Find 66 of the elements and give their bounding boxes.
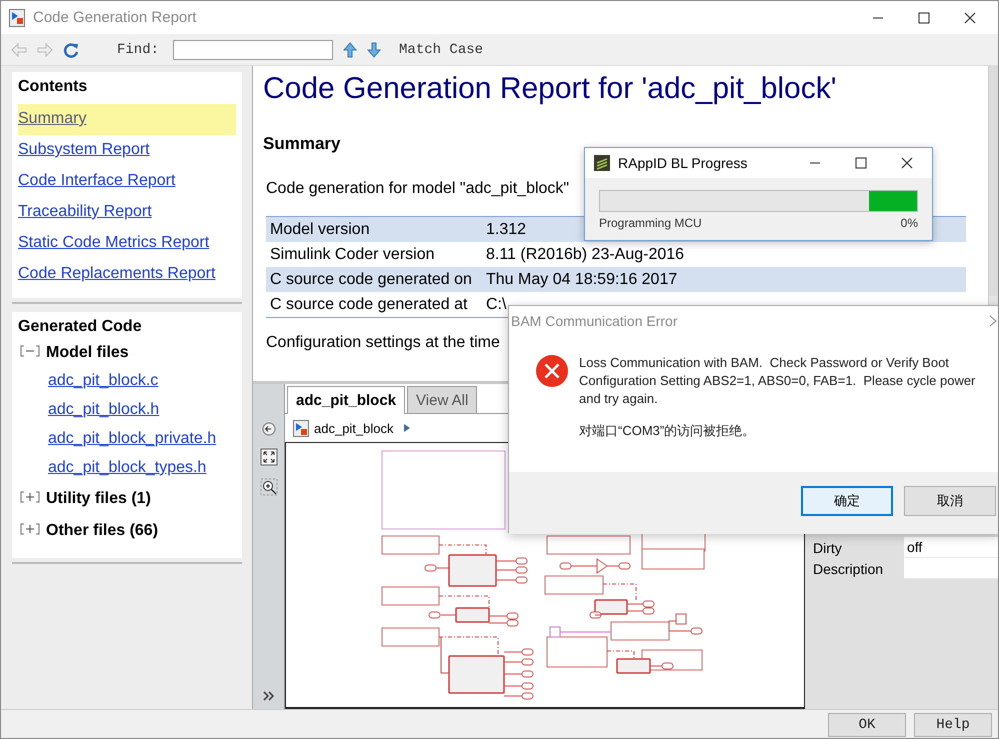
error-icon [535, 354, 569, 388]
panel-title: Contents [18, 78, 88, 96]
expand-icon[interactable] [20, 523, 40, 535]
config-text: Configuration settings at the time [266, 334, 500, 352]
tree-group-label[interactable]: Other files (66) [46, 522, 158, 540]
progress-percent: 0% [900, 216, 918, 230]
contents-link[interactable]: Subsystem Report [18, 135, 236, 166]
up-arrow-icon[interactable] [343, 42, 358, 58]
property-name: Dirty [813, 540, 843, 556]
expand-chevron-icon[interactable] [262, 691, 274, 701]
fit-view-icon[interactable] [260, 448, 278, 466]
contents-link[interactable]: Summary [18, 104, 236, 135]
zoom-in-icon[interactable] [260, 478, 278, 496]
maximize-icon[interactable] [918, 12, 930, 24]
summary-text: Code generation for model "adc_pit_block" [266, 180, 570, 198]
down-arrow-icon[interactable] [367, 42, 382, 58]
error-detail: 对端口“COM3”的访问被拒绝。 [579, 422, 756, 440]
model-tab[interactable]: adc_pit_block [287, 386, 406, 414]
row-label: C source code generated at [270, 296, 468, 312]
row-label: Simulink Coder version [270, 246, 435, 262]
file-link[interactable]: adc_pit_block.h [48, 395, 236, 424]
property-value[interactable]: off [904, 537, 998, 558]
file-link[interactable]: adc_pit_block_types.h [48, 453, 236, 482]
expand-icon[interactable] [20, 491, 40, 503]
row-label: C source code generated on [270, 270, 472, 288]
breadcrumb-link[interactable]: adc_pit_block [314, 420, 394, 436]
match-case-option[interactable]: Match Case [399, 42, 484, 58]
row-label: Model version [270, 220, 370, 238]
contents-link[interactable]: Code Replacements Report [18, 259, 236, 290]
find-label: Find: [117, 42, 160, 58]
error-message: Loss Communication with BAM. Check Password or Verify Boot Configuration Setting ABS2=1, ABS0=0, FAB=1. Please cycle power and try again. [579, 354, 976, 408]
back-circle-icon[interactable] [262, 422, 276, 436]
contents-link[interactable]: Traceability Report [18, 197, 236, 228]
dialog-button[interactable]: 确定 [801, 486, 893, 516]
dialog-title: BAM Communication Error [511, 313, 678, 329]
row-value: C:\ [486, 296, 506, 312]
file-link[interactable]: adc_pit_block_private.h [48, 424, 236, 453]
find-field[interactable] [173, 40, 334, 60]
property-name: Description [813, 560, 884, 576]
model-tab[interactable]: View All [407, 386, 478, 413]
section-heading: Summary [263, 134, 342, 154]
app-logo-icon [594, 155, 610, 171]
scrollbar[interactable] [989, 66, 998, 296]
row-value: 1.312 [486, 220, 526, 238]
dialog-title: RAppID BL Progress [618, 155, 748, 171]
panel-title: Generated Code [18, 318, 143, 336]
caret-icon[interactable] [402, 423, 410, 433]
row-value: 8.11 (R2016b) 23-Aug-2016 [486, 246, 684, 262]
maximize-icon[interactable] [855, 157, 867, 169]
model-icon [293, 420, 309, 436]
tree-group-label[interactable]: Utility files (1) [46, 490, 151, 508]
app-icon [9, 8, 25, 26]
refresh-icon[interactable] [63, 42, 79, 58]
window-title: Code Generation Report [33, 9, 198, 26]
file-link[interactable]: adc_pit_block.c [48, 366, 236, 395]
report-title: Code Generation Report for 'adc_pit_block' [263, 72, 838, 106]
row-value: Thu May 04 18:59:16 2017 [486, 270, 678, 288]
contents-link[interactable]: Code Interface Report [18, 166, 236, 197]
collapse-icon[interactable] [20, 345, 40, 357]
tree-group-label[interactable]: Model files [46, 344, 129, 362]
contents-link[interactable]: Static Code Metrics Report [18, 228, 236, 259]
dialog-button[interactable]: OK [828, 713, 906, 737]
dialog-button[interactable]: Help [914, 713, 992, 737]
dialog-button[interactable]: 取消 [904, 486, 996, 516]
progress-status: Programming MCU [599, 216, 702, 230]
property-value-field[interactable] [904, 558, 998, 579]
